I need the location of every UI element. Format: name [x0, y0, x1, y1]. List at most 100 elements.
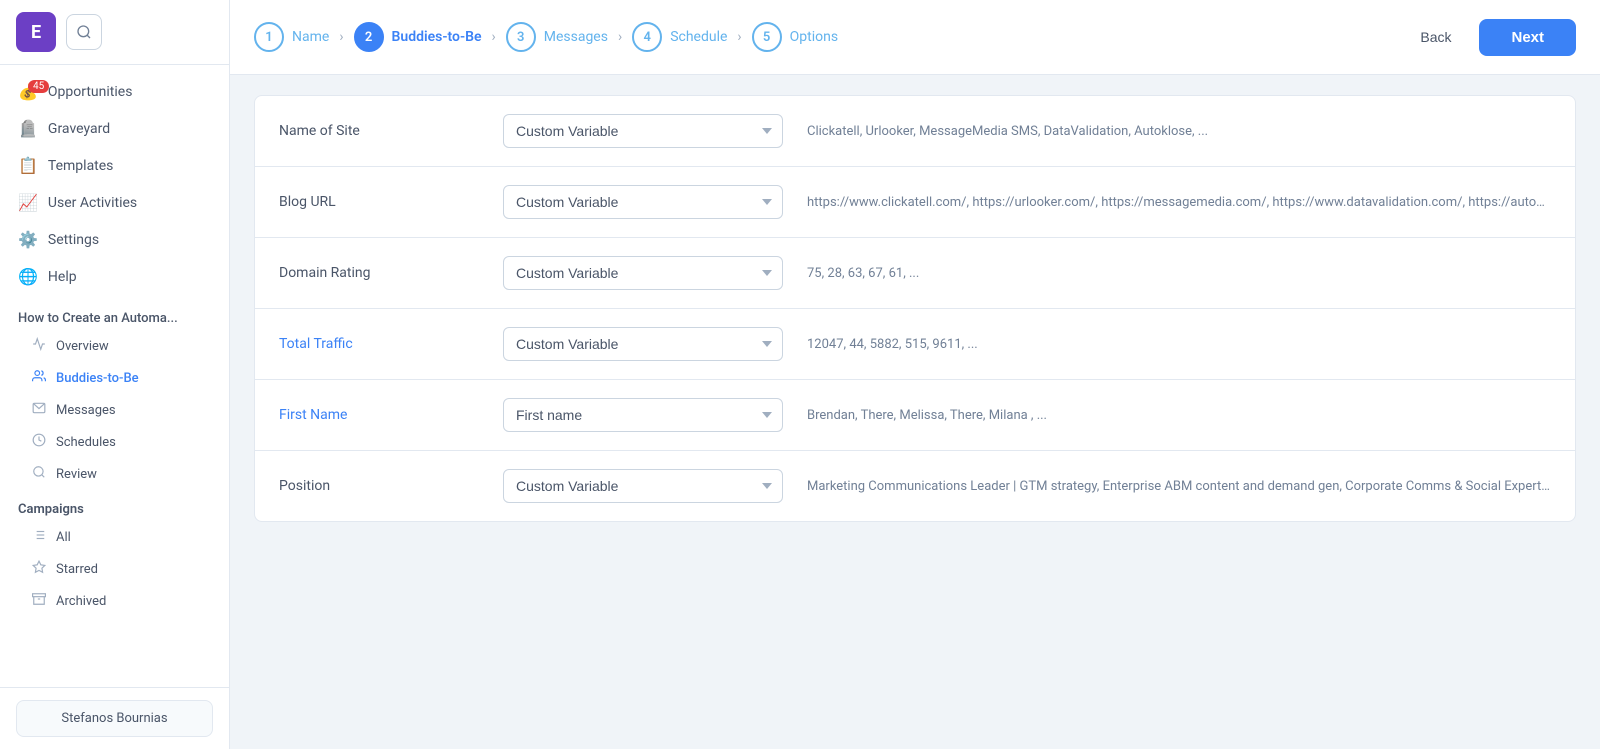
- wizard-step-5[interactable]: 5 Options: [752, 22, 838, 52]
- arrow-2: ›: [492, 29, 496, 45]
- graveyard-icon: 🪦: [18, 119, 38, 138]
- field-preview-name-of-site: Clickatell, Urlooker, MessageMedia SMS, …: [807, 124, 1551, 139]
- field-select-first-name[interactable]: First name: [503, 398, 783, 432]
- back-button[interactable]: Back: [1408, 21, 1463, 53]
- wizard-step-4[interactable]: 4 Schedule: [632, 22, 727, 52]
- field-row-total-traffic: Total Traffic Custom Variable 12047, 44,…: [255, 309, 1575, 380]
- campaign-archived-label: Archived: [56, 594, 106, 609]
- sidebar-item-graveyard[interactable]: 🪦 Graveyard: [0, 110, 229, 147]
- messages-icon: [32, 401, 46, 419]
- sidebar-item-label: User Activities: [48, 195, 137, 211]
- wizard-step-3[interactable]: 3 Messages: [506, 22, 608, 52]
- sidebar: E 💰 Opportunities 45 🪦 Graveyard 📋 Templ…: [0, 0, 230, 749]
- sidebar-item-label: Opportunities: [48, 84, 133, 100]
- field-row-name-of-site: Name of Site Custom Variable Clickatell,…: [255, 96, 1575, 167]
- sidebar-item-label: Settings: [48, 232, 99, 248]
- campaign-starred[interactable]: Starred: [0, 553, 229, 585]
- sub-nav-label: Review: [56, 467, 97, 482]
- arrow-3: ›: [618, 29, 622, 45]
- step-label-3: Messages: [544, 29, 608, 45]
- sub-nav-review[interactable]: Review: [0, 458, 229, 490]
- sub-nav-messages[interactable]: Messages: [0, 394, 229, 426]
- starred-icon: [32, 560, 46, 578]
- field-row-position: Position Custom Variable Marketing Commu…: [255, 451, 1575, 521]
- field-preview-position: Marketing Communications Leader | GTM st…: [807, 479, 1551, 494]
- campaign-archived[interactable]: Archived: [0, 585, 229, 617]
- field-preview-total-traffic: 12047, 44, 5882, 515, 9611, ...: [807, 337, 1551, 352]
- opportunities-badge: 45: [28, 80, 49, 93]
- field-label-position: Position: [279, 478, 479, 494]
- field-label-blog-url: Blog URL: [279, 194, 479, 210]
- step-label-5: Options: [790, 29, 838, 45]
- schedules-icon: [32, 433, 46, 451]
- field-label-domain-rating: Domain Rating: [279, 265, 479, 281]
- sidebar-item-label: Help: [48, 269, 77, 285]
- arrow-1: ›: [339, 29, 343, 45]
- sub-nav-schedules[interactable]: Schedules: [0, 426, 229, 458]
- settings-icon: ⚙️: [18, 230, 38, 249]
- sub-nav-label: Schedules: [56, 435, 116, 450]
- how-to-title: How to Create an Automa...: [0, 303, 229, 330]
- step-circle-4: 4: [632, 22, 662, 52]
- field-preview-blog-url: https://www.clickatell.com/, https://url…: [807, 195, 1551, 210]
- sub-nav: Overview Buddies-to-Be Messages Schedule…: [0, 330, 229, 490]
- field-preview-domain-rating: 75, 28, 63, 67, 61, ...: [807, 266, 1551, 281]
- sidebar-item-opportunities[interactable]: 💰 Opportunities 45: [0, 73, 229, 110]
- step-circle-3: 3: [506, 22, 536, 52]
- user-name[interactable]: Stefanos Bournias: [16, 700, 213, 737]
- step-circle-1: 1: [254, 22, 284, 52]
- campaign-starred-label: Starred: [56, 562, 98, 577]
- sidebar-item-help[interactable]: 🌐 Help: [0, 258, 229, 295]
- sidebar-item-user-activities[interactable]: 📈 User Activities: [0, 184, 229, 221]
- search-button[interactable]: [66, 14, 102, 50]
- main-content: 1 Name › 2 Buddies-to-Be › 3 Messages › …: [230, 0, 1600, 749]
- field-select-blog-url[interactable]: Custom Variable: [503, 185, 783, 219]
- field-select-domain-rating[interactable]: Custom Variable: [503, 256, 783, 290]
- campaign-all[interactable]: All: [0, 521, 229, 553]
- field-label-name-of-site: Name of Site: [279, 123, 479, 139]
- sidebar-item-templates[interactable]: 📋 Templates: [0, 147, 229, 184]
- field-select-total-traffic[interactable]: Custom Variable: [503, 327, 783, 361]
- field-select-position[interactable]: Custom Variable: [503, 469, 783, 503]
- field-label-first-name: First Name: [279, 407, 479, 423]
- step-label-1: Name: [292, 29, 329, 45]
- field-preview-first-name: Brendan, There, Melissa, There, Milana ,…: [807, 408, 1551, 423]
- field-select-name-of-site[interactable]: Custom Variable: [503, 114, 783, 148]
- all-icon: [32, 528, 46, 546]
- content-area: Name of Site Custom Variable Clickatell,…: [230, 75, 1600, 749]
- arrow-4: ›: [737, 29, 741, 45]
- step-circle-5: 5: [752, 22, 782, 52]
- next-button[interactable]: Next: [1479, 19, 1576, 56]
- sidebar-item-settings[interactable]: ⚙️ Settings: [0, 221, 229, 258]
- fields-table: Name of Site Custom Variable Clickatell,…: [254, 95, 1576, 522]
- wizard-steps: 1 Name › 2 Buddies-to-Be › 3 Messages › …: [254, 22, 1408, 52]
- logo-icon[interactable]: E: [16, 12, 56, 52]
- step-circle-2: 2: [354, 22, 384, 52]
- campaigns-title: Campaigns: [0, 490, 229, 521]
- archived-icon: [32, 592, 46, 610]
- wizard-step-1[interactable]: 1 Name: [254, 22, 329, 52]
- wizard-header: 1 Name › 2 Buddies-to-Be › 3 Messages › …: [230, 0, 1600, 75]
- buddies-icon: [32, 369, 46, 387]
- sidebar-item-label: Templates: [48, 158, 114, 174]
- sidebar-footer: Stefanos Bournias: [0, 687, 229, 749]
- campaign-all-label: All: [56, 530, 71, 545]
- templates-icon: 📋: [18, 156, 38, 175]
- field-row-first-name: First Name First name Brendan, There, Me…: [255, 380, 1575, 451]
- sub-nav-overview[interactable]: Overview: [0, 330, 229, 362]
- field-row-blog-url: Blog URL Custom Variable https://www.cli…: [255, 167, 1575, 238]
- sidebar-item-label: Graveyard: [48, 121, 110, 137]
- field-row-domain-rating: Domain Rating Custom Variable 75, 28, 63…: [255, 238, 1575, 309]
- review-icon: [32, 465, 46, 483]
- step-label-4: Schedule: [670, 29, 727, 45]
- wizard-step-2[interactable]: 2 Buddies-to-Be: [354, 22, 482, 52]
- user-activities-icon: 📈: [18, 193, 38, 212]
- sub-nav-label: Overview: [56, 339, 109, 354]
- field-label-total-traffic: Total Traffic: [279, 336, 479, 352]
- sidebar-nav: 💰 Opportunities 45 🪦 Graveyard 📋 Templat…: [0, 65, 229, 303]
- help-icon: 🌐: [18, 267, 38, 286]
- sidebar-top: E: [0, 0, 229, 65]
- wizard-actions: Back Next: [1408, 19, 1576, 56]
- step-label-2: Buddies-to-Be: [392, 29, 482, 45]
- sub-nav-buddies-to-be[interactable]: Buddies-to-Be: [0, 362, 229, 394]
